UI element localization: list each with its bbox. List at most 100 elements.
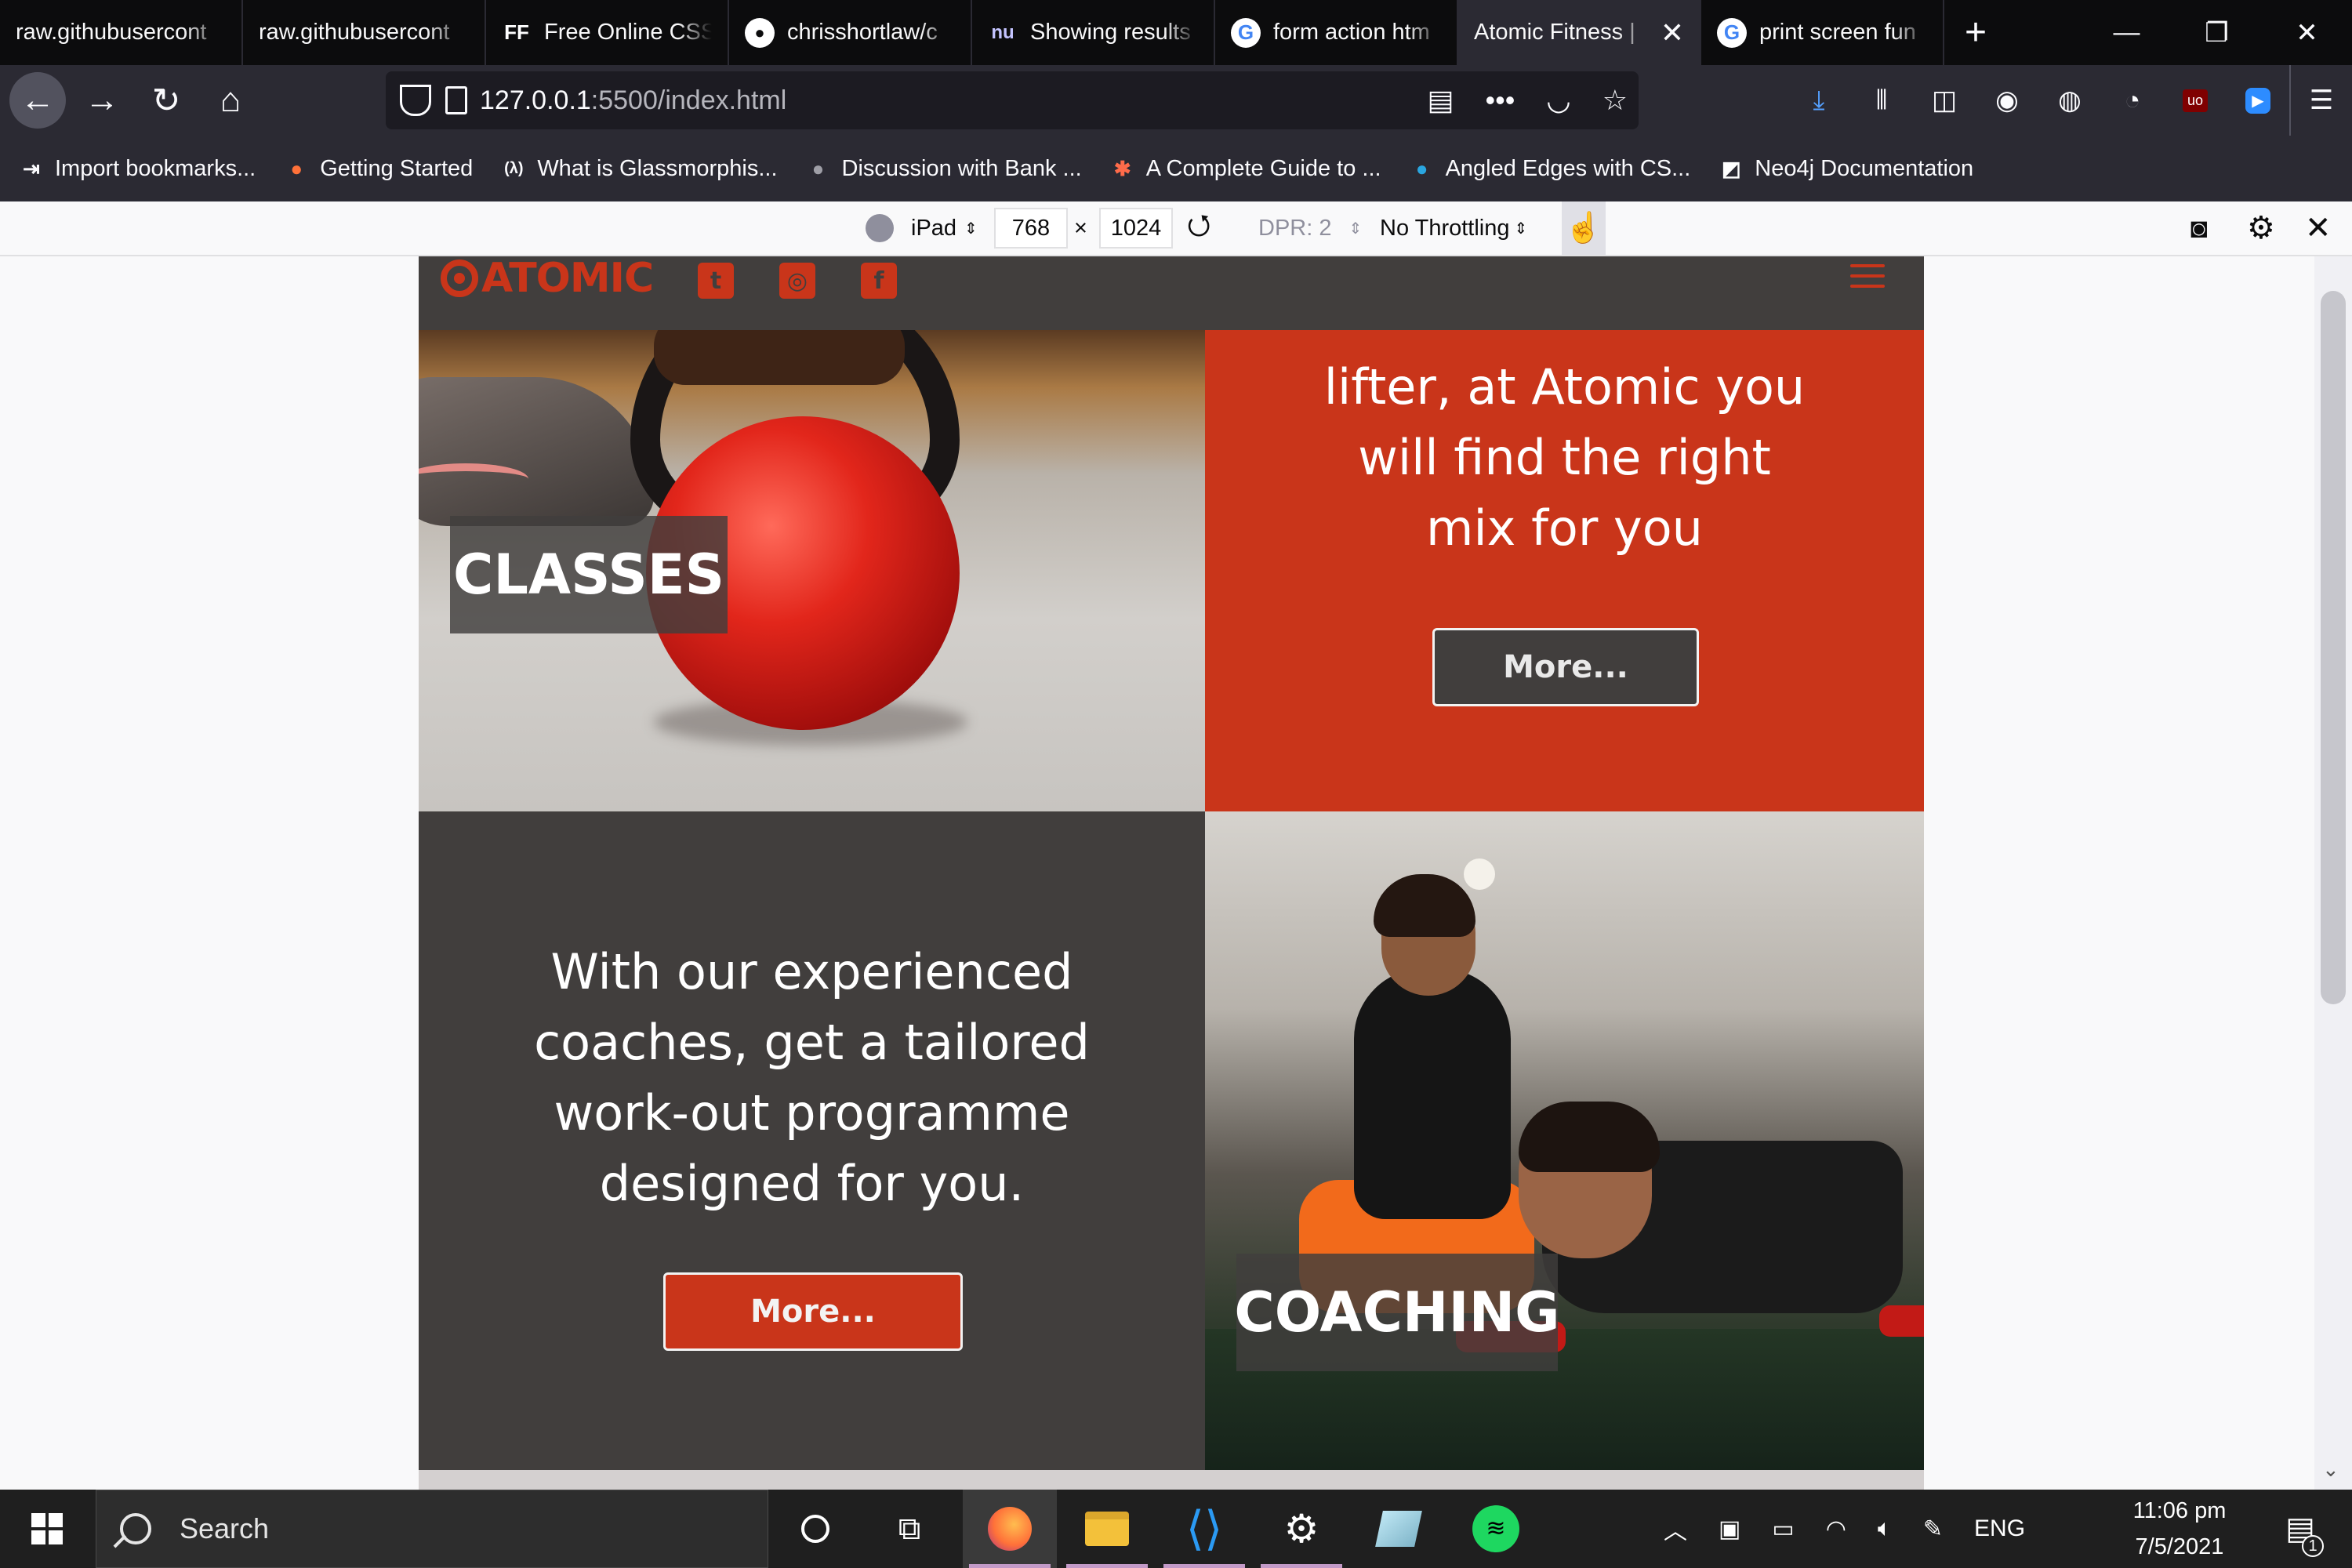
ublock-icon[interactable]: uo [2164, 65, 2227, 136]
library-icon[interactable]: ⫴ [1850, 65, 1913, 136]
firefox-taskbar-icon[interactable] [963, 1490, 1057, 1568]
battery-icon[interactable]: ▭ [1772, 1515, 1794, 1543]
spotify-icon[interactable]: ≋ [1449, 1490, 1543, 1568]
bookmark-discussion[interactable]: ● Discussion with Bank ... [804, 154, 1082, 183]
new-tab-button[interactable]: + [1944, 0, 2007, 65]
tab-print-screen[interactable]: G print screen fun [1701, 0, 1944, 65]
system-tray: ︿ ▣ ▭ ◠ 🔈︎ ✎ ENG [1664, 1490, 2025, 1568]
viewport-height-input[interactable]: 1024 [1099, 208, 1173, 249]
settings-icon[interactable]: ⚙ [1254, 1490, 1348, 1568]
atomic-fitness-page: ATOMIC t ◎ f CLASSES lifter, at Atomic y… [419, 256, 1924, 1490]
start-button[interactable] [0, 1490, 94, 1568]
restore-button[interactable]: ❐ [2172, 0, 2262, 65]
discussion-icon: ● [811, 156, 825, 180]
menu-icon[interactable]: ☰ [2289, 65, 2352, 136]
bookmark-label: What is Glassmorphis... [537, 155, 778, 181]
hand-shape [654, 330, 905, 385]
throttling-label: No Throttling [1380, 215, 1510, 241]
pen-icon[interactable]: ✎ [1923, 1515, 1943, 1543]
clock[interactable]: 11:06 pm 7/5/2021 [2117, 1490, 2242, 1568]
page-scrollbar[interactable]: ⌄ [2314, 256, 2352, 1490]
facebook-icon[interactable]: f [861, 263, 897, 299]
description-line: will find the right [1358, 429, 1771, 486]
home-button[interactable]: ⌂ [202, 72, 259, 129]
settings-gear-icon[interactable]: ⚙ [2247, 201, 2275, 255]
reader-view-icon[interactable]: ▤ [1427, 84, 1454, 117]
classes-more-button[interactable]: More... [1432, 628, 1699, 706]
taskbar-search[interactable]: Search [96, 1490, 768, 1568]
account-icon[interactable]: ◉ [1976, 65, 2038, 136]
extension-icon[interactable]: ◍ [2038, 65, 2101, 136]
screenshot-icon[interactable]: ◙ [2190, 201, 2208, 255]
bookmark-label: Angled Edges with CS... [1445, 155, 1691, 181]
page-info-icon[interactable] [445, 86, 467, 114]
url-bar[interactable]: 127.0.0.1:5500/index.html ▤ ••• ◡ ☆ [386, 71, 1639, 129]
tab-title: Atomic Fitness | [1474, 20, 1635, 45]
tab-title: form action htm [1273, 20, 1430, 45]
coaching-label[interactable]: COACHING [1234, 1254, 1560, 1371]
zoom-extension-icon[interactable]: ▶ [2227, 65, 2289, 136]
instagram-icon[interactable]: ◎ [779, 263, 815, 299]
tab-title: raw.githubusercont [259, 20, 450, 45]
tab-github[interactable]: ● chrisshortlaw/c [729, 0, 972, 65]
toolbar-icons: ⤓ ⫴ ◫ ◉ ◍ ◔ uo ▶ ☰ [1788, 65, 2352, 136]
bookmark-complete-guide[interactable]: ✱ A Complete Guide to ... [1109, 154, 1381, 183]
language-indicator[interactable]: ENG [1974, 1515, 2025, 1542]
forward-button[interactable]: → [74, 72, 130, 129]
rotate-icon[interactable]: ⭯ [1187, 201, 1210, 255]
nu-icon: nu [991, 21, 1014, 43]
bookmark-neo4j[interactable]: ◩ Neo4j Documentation [1717, 154, 1973, 183]
notification-center-icon[interactable]: ▤ 1 [2269, 1490, 2332, 1568]
scrollbar-thumb[interactable] [2321, 291, 2346, 1004]
close-rdm-icon[interactable]: ✕ [2305, 201, 2332, 255]
tab-form-action[interactable]: G form action htm [1215, 0, 1458, 65]
bookmark-label: Neo4j Documentation [1755, 155, 1974, 181]
extension-eyes-icon[interactable]: ◔ [2101, 65, 2164, 136]
brand-logo[interactable]: ATOMIC [441, 256, 654, 302]
scroll-down-arrow-icon[interactable]: ⌄ [2322, 1457, 2339, 1482]
bookmark-import[interactable]: ⇥ Import bookmarks... [17, 154, 256, 183]
close-tab-icon[interactable]: ✕ [1661, 16, 1684, 49]
minimize-button[interactable]: — [2082, 0, 2172, 65]
downloads-icon[interactable]: ⤓ [1788, 65, 1850, 136]
tab-title: Showing results [1030, 20, 1191, 45]
device-selector[interactable]: iPad ⇕ [866, 201, 978, 255]
sidebar-icon[interactable]: ◫ [1913, 65, 1976, 136]
tab-atomic-fitness[interactable]: Atomic Fitness | ✕ [1458, 0, 1701, 65]
twitter-icon[interactable]: t [698, 263, 734, 299]
bookmark-getting-started[interactable]: ● Getting Started [282, 154, 473, 183]
classes-label[interactable]: CLASSES [450, 516, 728, 633]
meet-now-icon[interactable]: ▣ [1719, 1515, 1740, 1543]
tab-raw-github-1[interactable]: raw.githubusercont [0, 0, 243, 65]
viewport-width-input[interactable]: 768 [994, 208, 1068, 249]
tab-raw-github-2[interactable]: raw.githubusercont [243, 0, 486, 65]
coaching-more-button[interactable]: More... [663, 1272, 963, 1351]
show-hidden-icons-icon[interactable]: ︿ [1664, 1512, 1687, 1546]
throttling-selector[interactable]: No Throttling ⇕ [1380, 201, 1527, 255]
page-actions-icon[interactable]: ••• [1485, 84, 1515, 117]
tab-title: chrisshortlaw/c [787, 20, 938, 45]
cortana-icon[interactable] [768, 1490, 862, 1568]
wifi-icon[interactable]: ◠ [1826, 1515, 1846, 1543]
tracking-protection-icon[interactable] [400, 85, 431, 116]
volume-icon[interactable]: 🔈︎ [1878, 1515, 1892, 1542]
bookmarks-bar: ⇥ Import bookmarks... ● Getting Started … [0, 136, 2352, 201]
bookmark-angled-edges[interactable]: ● Angled Edges with CS... [1408, 154, 1691, 183]
description-line: coaches, get a tailored [534, 1014, 1090, 1071]
bookmark-label: Getting Started [320, 155, 474, 181]
reload-button[interactable]: ↻ [138, 72, 194, 129]
bookmark-star-icon[interactable]: ☆ [1602, 84, 1628, 117]
pocket-icon[interactable]: ◡ [1546, 84, 1570, 117]
tab-free-online-css[interactable]: FF Free Online CSS [486, 0, 729, 65]
task-view-icon[interactable]: ⧉ [862, 1490, 956, 1568]
search-icon [120, 1513, 151, 1544]
notes-app-icon[interactable] [1352, 1490, 1446, 1568]
tab-showing-results[interactable]: nu Showing results [972, 0, 1215, 65]
bookmark-glassmorphism[interactable]: (λ) What is Glassmorphis... [499, 154, 777, 183]
touch-simulation-icon[interactable]: ☝ [1562, 201, 1606, 255]
back-button[interactable]: ← [9, 72, 66, 129]
close-window-button[interactable]: ✕ [2262, 0, 2352, 65]
dpr-selector[interactable]: DPR: 2 ⇕ [1258, 201, 1362, 255]
vscode-icon[interactable]: ⟨⟩ [1157, 1490, 1251, 1568]
file-explorer-icon[interactable] [1060, 1490, 1154, 1568]
